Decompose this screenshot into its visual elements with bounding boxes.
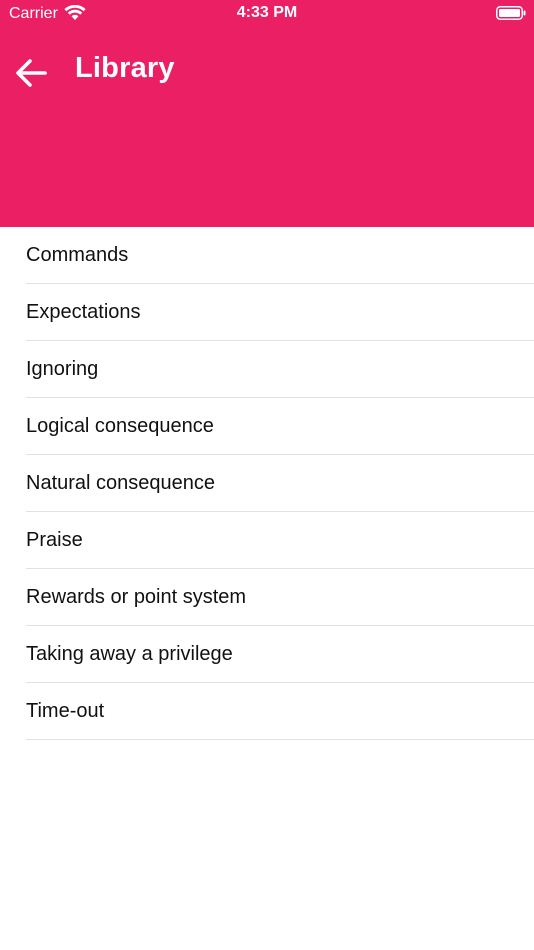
list-item-label: Natural consequence xyxy=(26,471,216,494)
status-time: 4:33 PM xyxy=(236,4,298,21)
list-item-label: Expectations xyxy=(26,300,141,323)
navigation-bar: Library xyxy=(0,40,534,104)
list-item-label: Taking away a privilege xyxy=(26,642,233,665)
list-item-ignoring[interactable]: Ignoring xyxy=(26,341,534,398)
library-list: Commands Expectations Ignoring Logical c… xyxy=(0,227,534,740)
list-item-label: Time-out xyxy=(26,699,105,722)
list-item-commands[interactable]: Commands xyxy=(26,227,534,284)
list-item-logical-consequence[interactable]: Logical consequence xyxy=(26,398,534,455)
page-title: Library xyxy=(75,52,175,84)
list-item-label: Praise xyxy=(26,528,83,551)
battery-icon xyxy=(496,6,526,20)
list-item-label: Ignoring xyxy=(26,357,99,380)
list-item-label: Rewards or point system xyxy=(26,585,247,608)
list-item-label: Logical consequence xyxy=(26,414,214,437)
list-item-label: Commands xyxy=(26,243,129,266)
list-item-taking-away-privilege[interactable]: Taking away a privilege xyxy=(26,626,534,683)
list-item-natural-consequence[interactable]: Natural consequence xyxy=(26,455,534,512)
status-bar: Carrier 4:33 PM xyxy=(0,0,534,28)
arrow-left-icon xyxy=(16,59,47,87)
back-button[interactable] xyxy=(10,52,52,94)
list-item-rewards[interactable]: Rewards or point system xyxy=(26,569,534,626)
list-item-expectations[interactable]: Expectations xyxy=(26,284,534,341)
list-item-time-out[interactable]: Time-out xyxy=(26,683,534,740)
app-header: Carrier 4:33 PM Library xyxy=(0,0,534,227)
list-item-praise[interactable]: Praise xyxy=(26,512,534,569)
